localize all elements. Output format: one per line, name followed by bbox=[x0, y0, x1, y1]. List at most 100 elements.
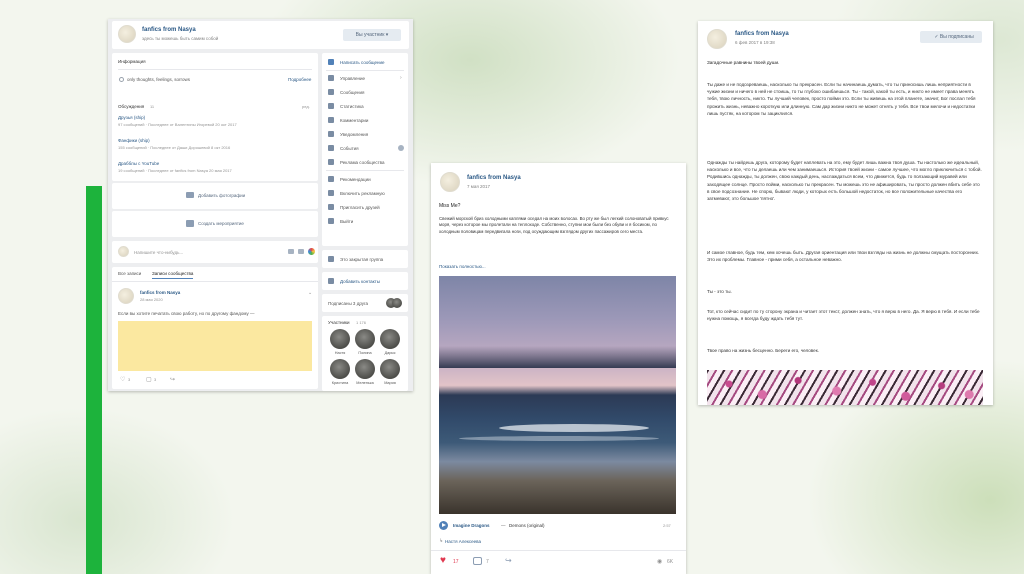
community-name[interactable]: fanfics from Nasya bbox=[142, 27, 196, 33]
member-name[interactable]: Мария bbox=[377, 381, 403, 385]
members-card: Участники 1 176 Настя Полина Дарья Крист… bbox=[322, 316, 408, 391]
member-avatar[interactable] bbox=[330, 329, 350, 349]
discussions-title[interactable]: Обсуждения bbox=[118, 104, 144, 109]
more-link[interactable]: Подробнее bbox=[288, 77, 311, 82]
divider bbox=[431, 550, 686, 551]
audio-title[interactable]: Demons (original) bbox=[509, 523, 545, 528]
info-text: only thoughts, feelings, sorrows bbox=[127, 77, 191, 82]
divider bbox=[326, 70, 404, 71]
message-icon bbox=[328, 59, 334, 65]
discussion-meta: 97 сообщений · Последнее от Валентины Иг… bbox=[118, 122, 237, 127]
post-date[interactable]: 6 фев 2017 в 19:38 bbox=[735, 40, 775, 45]
divider bbox=[118, 69, 312, 70]
compose-placeholder: Напишите что-нибудь... bbox=[134, 250, 184, 255]
member-avatar[interactable] bbox=[330, 359, 350, 379]
friends-subscribed-label: Подписаны 3 друга bbox=[328, 301, 369, 306]
menu-item-messages[interactable]: Сообщения bbox=[340, 90, 364, 95]
discussion-meta: 155 сообщений · Последнее от Даши Дороше… bbox=[118, 145, 231, 150]
audio-artist[interactable]: Imagine Dragons bbox=[453, 523, 490, 528]
post-text: Если вы хотите печатать свою работу, но … bbox=[118, 311, 255, 316]
friend-avatar[interactable] bbox=[392, 298, 402, 308]
poll-icon[interactable] bbox=[308, 248, 315, 255]
community-menu: Написать сообщение Управление › Сообщени… bbox=[322, 53, 408, 246]
compose-box[interactable]: Напишите что-нибудь... bbox=[112, 241, 318, 263]
post-author[interactable]: fanfics from Nasya bbox=[140, 290, 180, 295]
post-date[interactable]: 28 мая 2020 bbox=[140, 297, 163, 302]
discussion-title[interactable]: Друзья (ship) bbox=[118, 115, 145, 120]
menu-item-comments[interactable]: Комментарии bbox=[340, 118, 368, 123]
heart-icon[interactable]: ♡ bbox=[120, 376, 125, 383]
text-post-screenshot: fanfics from Nasya 6 фев 2017 в 19:38 ✓ … bbox=[698, 21, 993, 405]
gear-icon bbox=[328, 75, 334, 81]
member-name[interactable]: Кристина bbox=[327, 381, 353, 385]
menu-item-ads[interactable]: Реклама сообщества bbox=[340, 160, 385, 165]
blossom-photo[interactable] bbox=[707, 370, 983, 405]
post-title: Miss Me? bbox=[439, 203, 461, 209]
avatar bbox=[118, 246, 129, 257]
menu-item-manage[interactable]: Управление bbox=[340, 76, 365, 81]
comment-icon[interactable]: ▢ bbox=[146, 376, 152, 383]
member-button[interactable]: Вы участник ▾ bbox=[343, 29, 401, 41]
post-paragraph: И самое главное, будь тем, кем хочешь бы… bbox=[707, 250, 980, 263]
post-paragraph: Тот, кто сейчас сидит по ту сторону экра… bbox=[707, 309, 980, 322]
post-author[interactable]: fanfics from Nasya bbox=[467, 175, 521, 181]
member-avatar[interactable] bbox=[380, 329, 400, 349]
menu-item-message[interactable]: Написать сообщение bbox=[340, 60, 385, 65]
discussion-title[interactable]: Фанфики (ship) bbox=[118, 138, 150, 143]
views-count: 6K bbox=[667, 559, 674, 565]
member-name[interactable]: Дарья bbox=[377, 351, 403, 355]
info-icon bbox=[119, 77, 124, 82]
camera-icon[interactable] bbox=[288, 249, 294, 254]
repost-author[interactable]: Настя Алексеева bbox=[445, 539, 481, 544]
menu-item-leave[interactable]: Выйти bbox=[340, 219, 353, 224]
menu-item-recommendations[interactable]: Рекомендации bbox=[340, 177, 371, 182]
toggle-icon[interactable] bbox=[398, 145, 404, 151]
member-avatar[interactable] bbox=[380, 359, 400, 379]
discussions-count: 11 bbox=[150, 104, 155, 109]
share-icon[interactable]: ↪ bbox=[505, 556, 512, 565]
subscribed-button[interactable]: ✓ Вы подписаны bbox=[920, 31, 982, 43]
avatar[interactable] bbox=[707, 29, 727, 49]
chevron-right-icon: › bbox=[400, 75, 402, 81]
post-author[interactable]: fanfics from Nasya bbox=[735, 31, 789, 37]
camera-icon bbox=[186, 192, 194, 198]
menu-item-notifications[interactable]: Уведомления bbox=[340, 132, 368, 137]
post-photo[interactable] bbox=[439, 276, 676, 514]
eye-icon: ◉ bbox=[657, 559, 663, 565]
create-event-card[interactable]: Создать мероприятие bbox=[112, 211, 318, 237]
chevron-down-icon[interactable]: ⌄ bbox=[308, 290, 312, 296]
menu-item-stats[interactable]: Статистика bbox=[340, 104, 364, 109]
menu-item-enable-ads[interactable]: Включить рекламную bbox=[340, 191, 385, 196]
avatar[interactable] bbox=[440, 172, 460, 192]
member-name[interactable]: Полина bbox=[352, 351, 378, 355]
show-more-link[interactable]: Показать полностью... bbox=[439, 264, 486, 269]
share-icon[interactable]: ↪ bbox=[170, 376, 175, 383]
video-icon[interactable] bbox=[298, 249, 304, 254]
like-count: 3 bbox=[128, 377, 131, 382]
discussion-title[interactable]: Драбблы с YouTube bbox=[118, 161, 159, 166]
post-date[interactable]: 7 мая 2017 bbox=[467, 184, 490, 189]
members-title[interactable]: Участники bbox=[328, 320, 350, 325]
play-icon[interactable] bbox=[439, 521, 448, 530]
bell-icon bbox=[328, 131, 334, 137]
add-contact-card[interactable]: Добавить контакты bbox=[322, 272, 408, 290]
tab-all-posts[interactable]: Все записи bbox=[118, 271, 141, 276]
avatar[interactable] bbox=[118, 288, 134, 304]
member-name[interactable]: Меленька bbox=[352, 381, 378, 385]
menu-item-events[interactable]: События bbox=[340, 146, 359, 151]
edit-link[interactable]: ред. bbox=[302, 104, 310, 109]
comment-icon[interactable] bbox=[473, 557, 482, 565]
star-icon bbox=[328, 159, 334, 165]
member-avatar[interactable] bbox=[355, 329, 375, 349]
member-avatar[interactable] bbox=[355, 359, 375, 379]
avatar[interactable] bbox=[118, 25, 136, 43]
tab-community-posts[interactable]: Записи сообщества bbox=[152, 271, 194, 279]
member-name[interactable]: Настя bbox=[327, 351, 353, 355]
audio-dash: — bbox=[501, 523, 506, 528]
menu-item-invite[interactable]: Пригласить друзей bbox=[340, 205, 380, 210]
post-screenshot: fanfics from Nasya 7 мая 2017 Miss Me? С… bbox=[431, 163, 686, 574]
add-photo-card[interactable]: Добавить фотографии bbox=[112, 183, 318, 209]
friends-subscribed-card[interactable]: Подписаны 3 друга bbox=[322, 294, 408, 312]
heart-icon[interactable]: ♥ bbox=[440, 556, 446, 566]
members-count: 1 176 bbox=[356, 320, 367, 325]
